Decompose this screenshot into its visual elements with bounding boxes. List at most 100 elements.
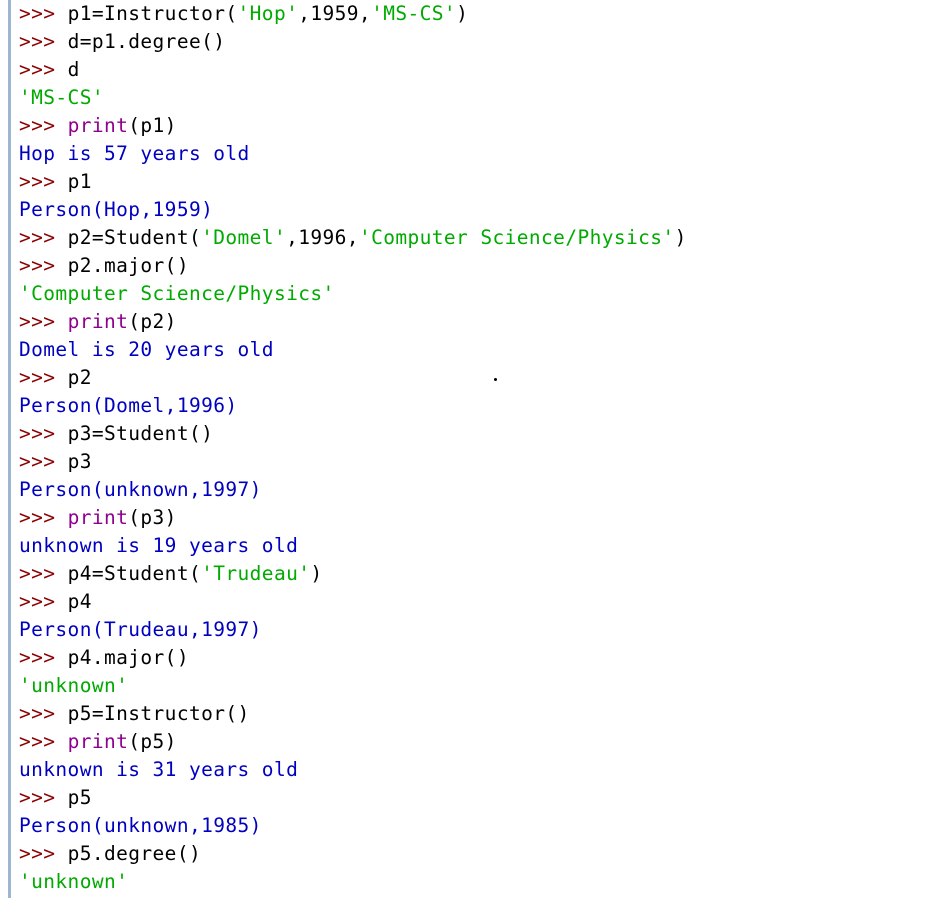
stdout-text: unknown is 31 years old bbox=[19, 758, 299, 781]
code-text: (p1) bbox=[128, 114, 177, 137]
shell-output-line: Person(Hop,1959) bbox=[19, 196, 925, 224]
code-text: p2 bbox=[67, 366, 92, 389]
code-text: p3=Student() bbox=[67, 422, 214, 445]
stdout-text: Person(unknown,1985) bbox=[19, 814, 262, 837]
shell-input-line: >>> p5 bbox=[19, 784, 925, 812]
shell-output-line: Person(unknown,1985) bbox=[19, 812, 925, 840]
shell-result-line: 'MS-CS' bbox=[19, 84, 925, 112]
code-text: p2.major() bbox=[67, 254, 189, 277]
code-text: d=p1.degree() bbox=[67, 30, 226, 53]
code-text: (p3) bbox=[128, 506, 177, 529]
python-shell-window: >>> p1=Instructor('Hop',1959,'MS-CS') >>>… bbox=[0, 0, 925, 898]
shell-input-line: >>> d bbox=[19, 56, 925, 84]
shell-result-line: 'Computer Science/Physics' bbox=[19, 280, 925, 308]
shell-input-line: >>> p4 bbox=[19, 588, 925, 616]
shell-input-line: >>> p2.major() bbox=[19, 252, 925, 280]
shell-prompt: >>> bbox=[19, 254, 56, 277]
shell-prompt: >>> bbox=[19, 170, 56, 193]
shell-input-line: >>> p3=Student() bbox=[19, 420, 925, 448]
shell-input-line: >>> print(p1) bbox=[19, 112, 925, 140]
code-text: (p2) bbox=[128, 310, 177, 333]
string-literal: 'Hop' bbox=[237, 2, 299, 25]
shell-prompt: >>> bbox=[19, 30, 56, 53]
stdout-text: Person(Hop,1959) bbox=[19, 198, 214, 221]
shell-prompt: >>> bbox=[19, 450, 56, 473]
shell-input-line: >>> p2 bbox=[19, 364, 925, 392]
shell-input-line: >>> print(p3) bbox=[19, 504, 925, 532]
stdout-text: unknown is 19 years old bbox=[19, 534, 299, 557]
string-literal: 'Trudeau' bbox=[201, 562, 311, 585]
builtin-keyword: print bbox=[67, 114, 129, 137]
code-text: ,1996, bbox=[286, 226, 359, 249]
stdout-text: Person(Domel,1996) bbox=[19, 394, 238, 417]
shell-input-line: >>> print(p2) bbox=[19, 308, 925, 336]
code-text: p1 bbox=[67, 170, 92, 193]
shell-prompt: >>> bbox=[19, 366, 56, 389]
string-literal: 'MS-CS' bbox=[371, 2, 457, 25]
stdout-text: Hop is 57 years old bbox=[19, 142, 250, 165]
stdout-text: Person(unknown,1997) bbox=[19, 478, 262, 501]
shell-prompt: >>> bbox=[19, 702, 56, 725]
code-text: p4 bbox=[67, 590, 92, 613]
stdout-text: Person(Trudeau,1997) bbox=[19, 618, 262, 641]
shell-prompt: >>> bbox=[19, 226, 56, 249]
code-text: p5 bbox=[67, 786, 92, 809]
shell-input-line: >>> p3 bbox=[19, 448, 925, 476]
code-text: ) bbox=[674, 226, 687, 249]
shell-input-line: >>> p2=Student('Domel',1996,'Computer Sc… bbox=[19, 224, 925, 252]
shell-input-line: >>> p5=Instructor() bbox=[19, 700, 925, 728]
shell-prompt: >>> bbox=[19, 114, 56, 137]
shell-output-line: Person(unknown,1997) bbox=[19, 476, 925, 504]
code-text: p2=Student( bbox=[67, 226, 202, 249]
shell-prompt: >>> bbox=[19, 842, 56, 865]
shell-input-line: >>> print(p5) bbox=[19, 728, 925, 756]
code-text: p3 bbox=[67, 450, 92, 473]
shell-output-line: unknown is 31 years old bbox=[19, 756, 925, 784]
builtin-keyword: print bbox=[67, 730, 129, 753]
shell-result-line: 'unknown' bbox=[19, 868, 925, 896]
shell-console-output[interactable]: >>> p1=Instructor('Hop',1959,'MS-CS') >>>… bbox=[19, 0, 925, 898]
code-text: p5.degree() bbox=[67, 842, 202, 865]
shell-input-line: >>> d=p1.degree() bbox=[19, 28, 925, 56]
shell-output-line: Domel is 20 years old bbox=[19, 336, 925, 364]
code-text: p1=Instructor( bbox=[67, 2, 238, 25]
builtin-keyword: print bbox=[67, 506, 129, 529]
result-value: 'unknown' bbox=[19, 870, 129, 893]
builtin-keyword: print bbox=[67, 310, 129, 333]
code-text: p4=Student( bbox=[67, 562, 202, 585]
code-text: p4.major() bbox=[67, 646, 189, 669]
shell-prompt: >>> bbox=[19, 310, 56, 333]
string-literal: 'Domel' bbox=[201, 226, 287, 249]
shell-input-line: >>> p1 bbox=[19, 168, 925, 196]
string-literal: 'Computer Science/Physics' bbox=[358, 226, 675, 249]
shell-prompt: >>> bbox=[19, 562, 56, 585]
shell-gutter-bar bbox=[8, 0, 11, 898]
shell-output-line: Person(Domel,1996) bbox=[19, 392, 925, 420]
code-text: p5=Instructor() bbox=[67, 702, 250, 725]
stdout-text: Domel is 20 years old bbox=[19, 338, 274, 361]
shell-input-line: >>> p1=Instructor('Hop',1959,'MS-CS') bbox=[19, 0, 925, 28]
shell-output-line: Person(Trudeau,1997) bbox=[19, 616, 925, 644]
shell-prompt: >>> bbox=[19, 506, 56, 529]
shell-prompt: >>> bbox=[19, 58, 56, 81]
result-value: 'Computer Science/Physics' bbox=[19, 282, 335, 305]
code-text: (p5) bbox=[128, 730, 177, 753]
shell-prompt: >>> bbox=[19, 786, 56, 809]
shell-output-line: Hop is 57 years old bbox=[19, 140, 925, 168]
shell-result-line: 'unknown' bbox=[19, 672, 925, 700]
result-value: 'MS-CS' bbox=[19, 86, 104, 109]
stray-dot-mark bbox=[494, 378, 497, 381]
shell-output-line: unknown is 19 years old bbox=[19, 532, 925, 560]
code-text: ) bbox=[310, 562, 323, 585]
shell-prompt: >>> bbox=[19, 422, 56, 445]
shell-prompt: >>> bbox=[19, 646, 56, 669]
shell-prompt: >>> bbox=[19, 590, 56, 613]
code-text: d bbox=[67, 58, 80, 81]
shell-prompt: >>> bbox=[19, 730, 56, 753]
shell-prompt: >>> bbox=[19, 2, 56, 25]
result-value: 'unknown' bbox=[19, 674, 129, 697]
code-text: ,1959, bbox=[298, 2, 372, 25]
shell-input-line: >>> p4.major() bbox=[19, 644, 925, 672]
shell-input-line: >>> p5.degree() bbox=[19, 840, 925, 868]
shell-input-line: >>> p4=Student('Trudeau') bbox=[19, 560, 925, 588]
